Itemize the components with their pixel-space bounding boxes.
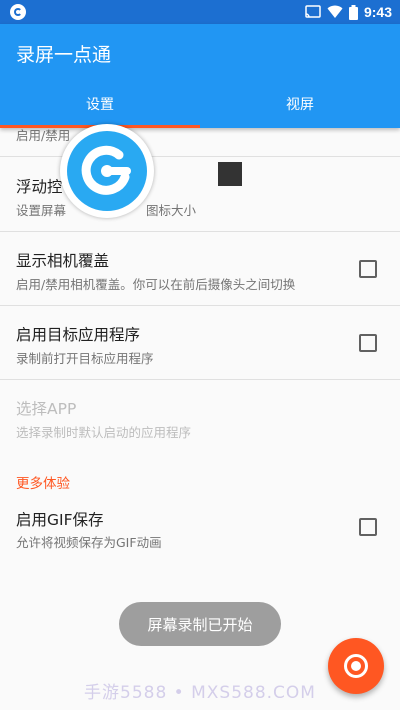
pref-floating-title: 浮动控 <box>16 178 63 196</box>
pref-gif-save[interactable]: 启用GIF保存 允许将视频保存为GIF动画 <box>0 496 400 558</box>
pref-choose-app: 选择APP 选择录制时默认启动的应用程序 <box>0 380 400 458</box>
pref-gif-summary: 允许将视频保存为GIF动画 <box>16 535 162 550</box>
tab-bar: 设置 视屏 <box>0 80 400 128</box>
pref-choose-summary: 选择录制时默认启动的应用程序 <box>16 425 192 440</box>
toast-message: 屏幕录制已开始 <box>119 602 281 646</box>
record-button[interactable] <box>328 638 384 694</box>
camera-overlay-checkbox[interactable] <box>359 260 377 278</box>
battery-icon <box>348 4 358 20</box>
app-notification-icon <box>10 4 26 20</box>
app-bar: 录屏一点通 设置 视屏 <box>0 24 400 128</box>
pref-camera-summary: 启用/禁用相机覆盖。你可以在前后摄像头之间切换 <box>16 277 296 292</box>
pref-camera-title: 显示相机覆盖 <box>16 252 110 270</box>
status-time: 9:43 <box>363 4 392 20</box>
tab-videos[interactable]: 视屏 <box>200 80 400 128</box>
pref-target-title: 启用目标应用程序 <box>16 326 141 344</box>
pref-floating-summary-tail: 图标大小 <box>146 203 197 218</box>
tab-settings[interactable]: 设置 <box>0 80 200 128</box>
pref-floating-summary: 设置屏幕 <box>16 203 67 218</box>
section-header-more: 更多体验 <box>16 476 70 492</box>
status-bar: 9:43 <box>0 0 400 24</box>
floating-control-icon <box>67 131 147 211</box>
pref-partial-summary: 启用/禁用 <box>16 128 71 143</box>
pref-gif-title: 启用GIF保存 <box>16 511 104 529</box>
pref-target-summary: 录制前打开目标应用程序 <box>16 351 154 366</box>
gif-save-checkbox[interactable] <box>359 518 377 536</box>
floating-control-bubble[interactable] <box>60 124 154 218</box>
pref-camera-overlay[interactable]: 显示相机覆盖 启用/禁用相机覆盖。你可以在前后摄像头之间切换 <box>0 232 400 306</box>
wifi-icon <box>327 5 343 18</box>
cast-icon <box>305 5 321 18</box>
pref-target-app[interactable]: 启用目标应用程序 录制前打开目标应用程序 <box>0 306 400 380</box>
camera-overlay-preview[interactable] <box>218 162 242 186</box>
target-app-checkbox[interactable] <box>359 334 377 352</box>
app-title: 录屏一点通 <box>16 44 112 66</box>
record-icon <box>344 654 368 678</box>
pref-choose-title: 选择APP <box>16 400 77 418</box>
pref-partial[interactable]: 启用/禁用 <box>0 128 400 157</box>
